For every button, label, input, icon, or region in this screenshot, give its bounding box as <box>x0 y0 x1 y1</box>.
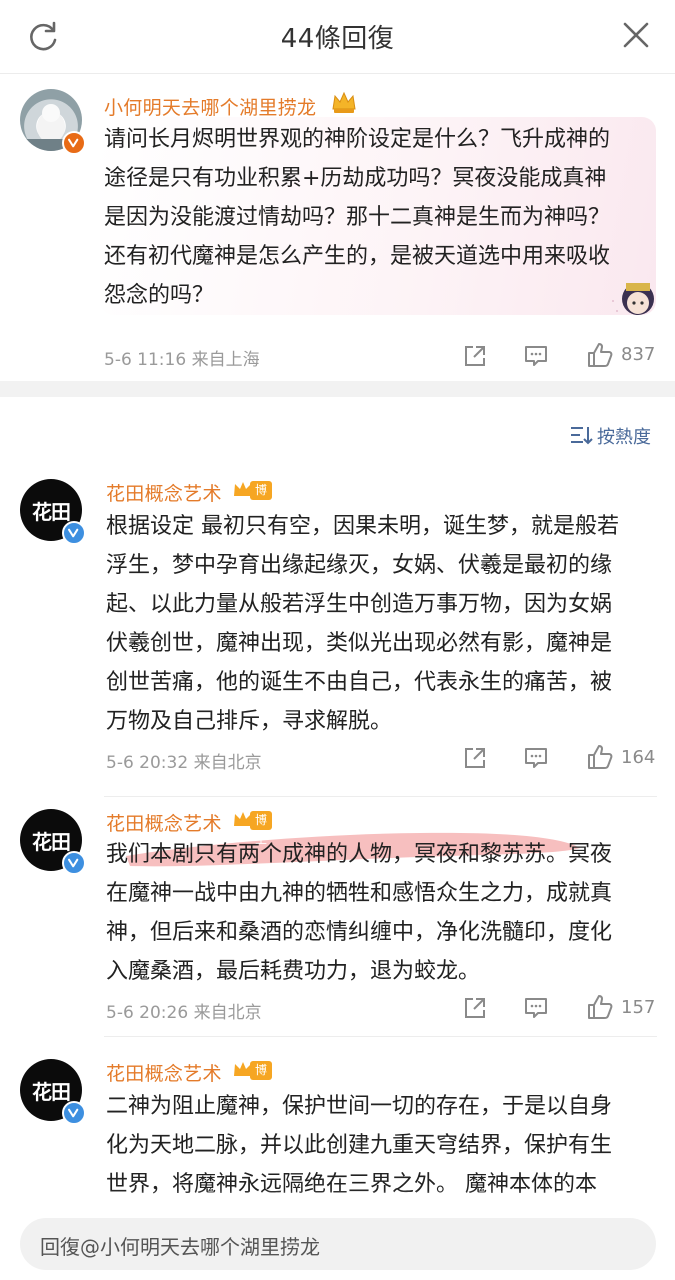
comment-text: 二神为阻止魔神，保护世间一切的存在，于是以自身 化为天地二脉，并以此创建九重天穹… <box>106 1087 612 1204</box>
avatar[interactable] <box>20 89 86 155</box>
comment-line: 根据设定 最初只有空，因果未明，诞生梦，就是般若 <box>106 514 619 539</box>
comment-line: 入魔桑酒，最后耗费功力，退为蛟龙。 <box>106 959 481 984</box>
username[interactable]: 花田概念艺术 <box>106 809 222 836</box>
comment-line: 是因为没能渡过情劫吗？那十二真神是生而为神吗？ <box>104 205 611 230</box>
comment-line: 我们本剧只有两个成神的人物，冥夜和黎苏苏。冥夜 <box>106 842 613 867</box>
reply-input[interactable]: 回復@小何明天去哪个湖里捞龙 <box>20 1218 656 1270</box>
like-count: 164 <box>621 747 656 768</box>
avatar[interactable]: 花田 <box>20 809 86 875</box>
avatar-logo-text: 花田 <box>32 829 71 854</box>
sort-button[interactable]: 按熱度 <box>571 423 651 449</box>
comment-line: 起、以此力量从般若浮生中创造万事万物，因为女娲 <box>106 592 613 617</box>
comment-text: 根据设定 最初只有空，因果未明，诞生梦，就是般若 浮生，梦中孕育出缘起缘灭，女娲… <box>106 507 619 741</box>
comment-line: 神，但后来和桑酒的恋情纠缠中，净化洗髓印，度化 <box>106 920 613 945</box>
like-count: 837 <box>621 344 656 365</box>
bubble-character-sticker-icon <box>612 283 654 315</box>
comment-line: 伏羲创世，魔神出现，类似光出现必然有影，魔神是 <box>106 631 613 656</box>
verified-badge-icon <box>62 521 86 545</box>
comment-line: 还有初代魔神是怎么产生的，是被天道选中用来吸收 <box>104 244 611 269</box>
comment-thread-page: 44條回復 小何明天去哪个湖里捞龙 请问长月烬明世界观的神阶设定是什么？飞升成神… <box>0 0 675 1280</box>
comment-line: 在魔神一战中由九神的牺牲和感悟众生之力，成就真 <box>106 881 613 906</box>
original-comment: 小何明天去哪个湖里捞龙 请问长月烬明世界观的神阶设定是什么？飞升成神的 途径是只… <box>0 75 675 381</box>
comment-line: 创世苦痛，他的诞生不由自己，代表永生的痛苦，被 <box>106 670 613 695</box>
like-icon[interactable] <box>586 743 614 771</box>
like-icon[interactable] <box>586 341 614 369</box>
comment-icon[interactable] <box>523 343 549 369</box>
scroll-fade <box>0 1190 675 1210</box>
comment-line: 浮生，梦中孕育出缘起缘灭，女娲、伏羲是最初的缘 <box>106 553 613 578</box>
comment-icon[interactable] <box>523 995 549 1021</box>
close-icon[interactable] <box>621 20 651 50</box>
like-count: 157 <box>621 997 656 1018</box>
timestamp-location: 5-6 11:16 来自上海 <box>104 350 260 370</box>
role-tag: 博主 <box>250 811 273 846</box>
timestamp-location: 5-6 20:26 来自北京 <box>106 1003 262 1023</box>
sort-label: 按熱度 <box>597 427 651 448</box>
reply-placeholder: 回復@小何明天去哪个湖里捞龙 <box>40 1235 320 1259</box>
page-title: 44條回復 <box>280 24 395 54</box>
share-icon[interactable] <box>462 745 488 771</box>
reply-bar: 回復@小何明天去哪个湖里捞龙 <box>0 1208 675 1280</box>
section-divider <box>0 381 675 397</box>
username[interactable]: 花田概念艺术 <box>106 479 222 506</box>
reply-item: 花田 花田概念艺术 博主 我们本剧只有两个成神的人物，冥夜和黎苏苏。冥夜 在魔神… <box>0 797 675 1037</box>
role-tag: 博主 <box>250 1061 273 1096</box>
avatar[interactable]: 花田 <box>20 1059 86 1125</box>
comment-line: 万物及自己排斥，寻求解脱。 <box>106 709 393 734</box>
verified-badge-icon <box>62 851 86 875</box>
crown-icon <box>332 91 356 113</box>
sort-icon <box>571 427 593 445</box>
avatar[interactable]: 花田 <box>20 479 86 545</box>
comment-text: 我们本剧只有两个成神的人物，冥夜和黎苏苏。冥夜 在魔神一战中由九神的牺牲和感悟众… <box>106 835 612 991</box>
separator <box>104 1036 657 1037</box>
username[interactable]: 小何明天去哪个湖里捞龙 <box>104 93 316 120</box>
like-icon[interactable] <box>586 993 614 1021</box>
comment-line: 怨念的吗？ <box>104 283 215 308</box>
share-icon[interactable] <box>462 995 488 1021</box>
comment-line: 化为天地二脉，并以此创建九重天穹结界，保护有生 <box>106 1133 613 1158</box>
role-tag: 博主 <box>250 481 273 516</box>
avatar-logo-text: 花田 <box>32 499 71 524</box>
comment-icon[interactable] <box>523 745 549 771</box>
comment-line: 途径是只有功业积累+历劫成功吗？冥夜没能成真神 <box>104 166 607 191</box>
reply-item: 花田 花田概念艺术 博主 根据设定 最初只有空，因果未明，诞生梦，就是般若 浮生… <box>0 467 675 797</box>
sort-bar: 按熱度 <box>0 397 675 467</box>
share-icon[interactable] <box>462 343 488 369</box>
verified-badge-icon <box>62 1101 86 1125</box>
comment-line: 二神为阻止魔神，保护世间一切的存在，于是以自身 <box>106 1094 613 1119</box>
verified-badge-icon <box>62 131 86 155</box>
reply-item: 花田 花田概念艺术 博主 二神为阻止魔神，保护世间一切的存在，于是以自身 化为天… <box>0 1047 675 1207</box>
username[interactable]: 花田概念艺术 <box>106 1059 222 1086</box>
comment-line: 请问长月烬明世界观的神阶设定是什么？飞升成神的 <box>104 127 611 152</box>
header-bar: 44條回復 <box>0 0 675 74</box>
comment-text: 请问长月烬明世界观的神阶设定是什么？飞升成神的 途径是只有功业积累+历劫成功吗？… <box>104 120 610 315</box>
timestamp-location: 5-6 20:32 来自北京 <box>106 753 262 773</box>
avatar-logo-text: 花田 <box>32 1079 71 1104</box>
